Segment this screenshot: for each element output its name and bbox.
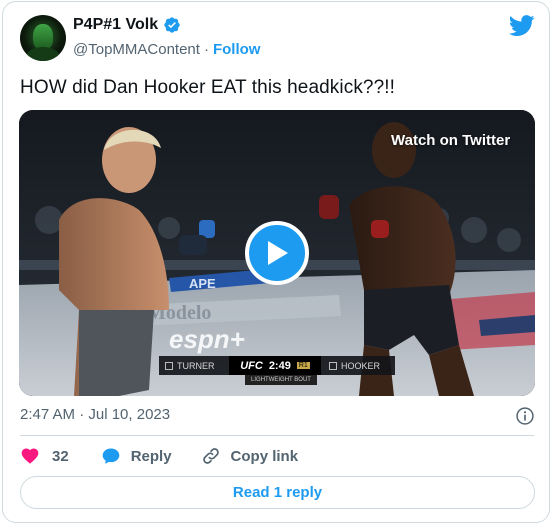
twitter-bird-icon[interactable] [509, 15, 535, 37]
copy-link-button[interactable]: Copy link [201, 446, 299, 466]
link-icon [202, 448, 219, 464]
tweet-timestamp[interactable]: 2:47 AM · Jul 10, 2023 [20, 406, 170, 423]
banner-text-ape: APE [189, 276, 216, 291]
scoreboard: TURNER UFC 2:49 R1 HOOKER [159, 356, 395, 375]
action-bar: 32 Reply Copy link [20, 446, 298, 466]
read-replies-button[interactable]: Read 1 reply [20, 476, 535, 509]
follow-button[interactable]: Follow [213, 41, 261, 58]
scoreboard-center: UFC 2:49 R1 [229, 356, 321, 375]
play-button[interactable] [245, 221, 309, 285]
verified-badge-icon [164, 17, 180, 33]
scoreboard-brand: UFC [240, 359, 263, 372]
scoreboard-clock: 2:49 [268, 359, 291, 372]
play-icon [268, 241, 288, 265]
scoreboard-division: LIGHTWEIGHT BOUT [245, 375, 317, 385]
author-handle-row: @TopMMAContent · Follow [73, 41, 260, 58]
scoreboard-left-fighter: TURNER [159, 361, 229, 371]
tweet-text: HOW did Dan Hooker EAT this headkick??!! [20, 77, 396, 98]
scoreboard-right-fighter: HOOKER [321, 361, 395, 371]
heart-icon [21, 448, 39, 464]
author-display-name[interactable]: P4P#1 Volk [73, 16, 158, 34]
author-handle[interactable]: @TopMMAContent [73, 41, 200, 58]
like-count: 32 [52, 447, 69, 465]
like-button[interactable]: 32 [20, 446, 69, 466]
author-name-row: P4P#1 Volk [73, 16, 181, 34]
banner-text-espn: espn+ [169, 324, 245, 354]
watch-on-twitter-link[interactable]: Watch on Twitter [391, 132, 510, 149]
copy-link-label: Copy link [230, 447, 299, 465]
info-icon[interactable] [515, 406, 535, 426]
tweet-card: P4P#1 Volk @TopMMAContent · Follow HOW d… [2, 1, 550, 523]
reply-button[interactable]: Reply [101, 446, 172, 466]
handle-separator: · [203, 41, 209, 58]
reply-label: Reply [130, 447, 172, 465]
speech-bubble-icon [102, 448, 120, 464]
scoreboard-round: R1 [296, 362, 310, 369]
video-media[interactable]: APE Modelo espn+ Watch on Twitter TURNER… [19, 110, 535, 396]
fighter-left-name: TURNER [177, 360, 215, 371]
author-avatar[interactable] [20, 15, 66, 61]
divider [20, 435, 534, 436]
fighter-right-name: HOOKER [341, 360, 381, 371]
